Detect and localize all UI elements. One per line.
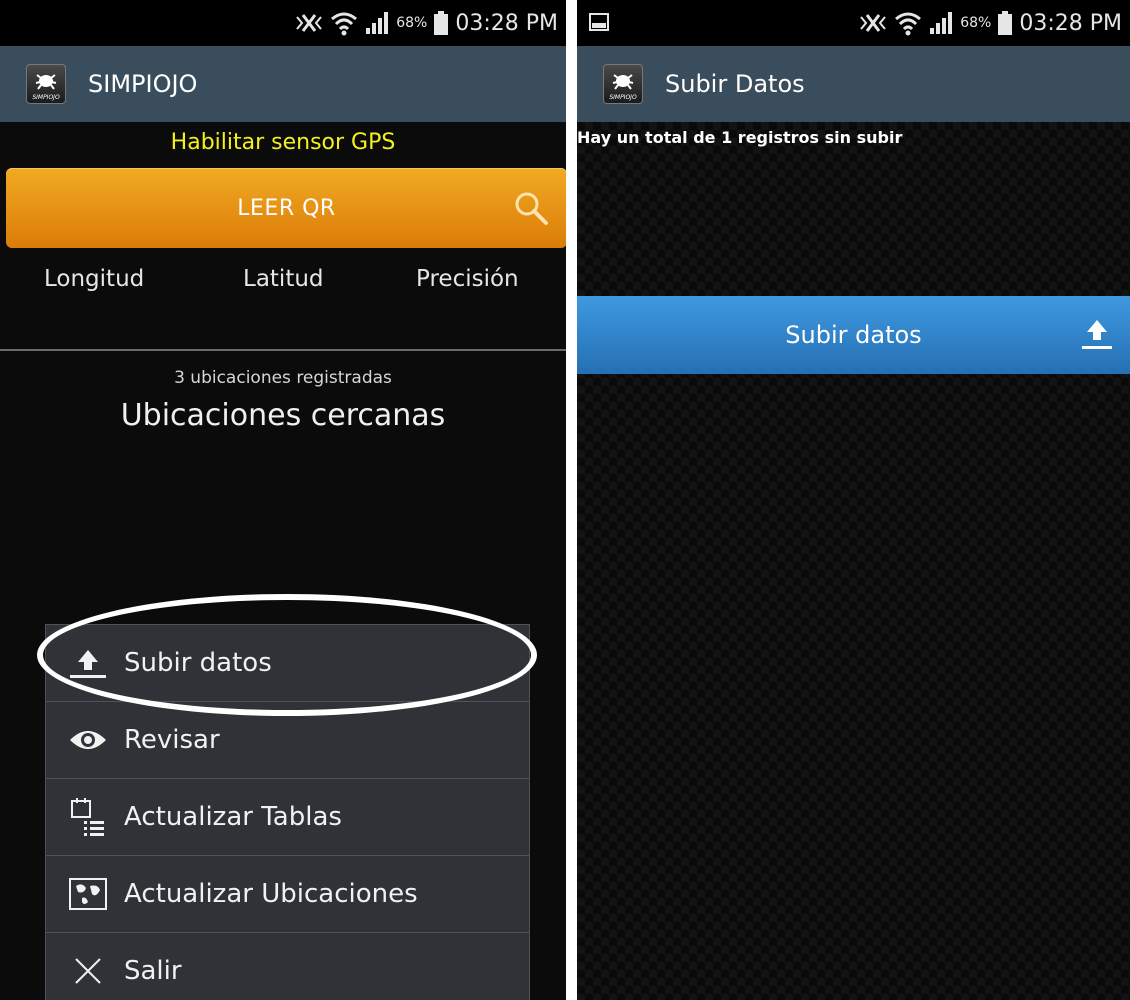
background-texture (577, 122, 1130, 1000)
main-screen: 68% 03:28 PM SIMPIOJO SIMPIOJO Habilitar… (0, 0, 566, 1000)
menu-item-label: Salir (124, 956, 182, 986)
menu-item-label: Revisar (124, 725, 220, 755)
battery-icon (434, 11, 449, 35)
svg-text:SIMPIOJO: SIMPIOJO (609, 94, 637, 101)
map-icon (68, 874, 108, 914)
wifi-icon (331, 12, 358, 36)
screen-title: Subir Datos (665, 70, 805, 98)
read-qr-label: LEER QR (237, 195, 336, 221)
battery-icon (998, 11, 1013, 35)
status-bar: 68% 03:28 PM (577, 0, 1130, 46)
pending-records-text: Hay un total de 1 registros sin subir (577, 128, 902, 147)
upload-data-label: Subir datos (785, 321, 922, 349)
upload-icon (1082, 320, 1112, 349)
close-icon (68, 951, 108, 991)
coordinates-header: Longitud Latitud Precisión (0, 266, 566, 300)
menu-item-label: Actualizar Tablas (124, 802, 342, 832)
records-text-pre: Hay un total de (577, 128, 716, 147)
mute-vibrate-icon (860, 14, 886, 32)
upload-screen: 68% 03:28 PM SIMPIOJO Subir Datos Hay un… (577, 0, 1130, 1000)
battery-percent: 68% (960, 15, 992, 31)
wifi-icon (895, 12, 922, 36)
status-icons: 68% 03:28 PM (294, 0, 558, 46)
status-icons: 68% 03:28 PM (858, 0, 1122, 46)
registered-locations-count: 3 ubicaciones registradas (174, 368, 392, 388)
gallery-notification-icon (589, 13, 609, 31)
table-list-icon (68, 797, 108, 837)
action-bar: SIMPIOJO SIMPIOJO (0, 46, 566, 122)
status-time: 03:28 PM (455, 10, 558, 36)
records-text-post: registros sin subir (737, 128, 903, 147)
action-bar: SIMPIOJO Subir Datos (577, 46, 1130, 122)
records-count: 1 (721, 128, 733, 147)
app-title: SIMPIOJO (88, 70, 198, 98)
mute-vibrate-icon (296, 14, 322, 32)
battery-percent: 68% (396, 15, 428, 31)
signal-icon (366, 12, 389, 34)
status-bar: 68% 03:28 PM (0, 0, 566, 46)
read-qr-button[interactable]: LEER QR (6, 168, 566, 248)
menu-item-update-tables[interactable]: Actualizar Tablas (46, 779, 529, 856)
app-logo-icon[interactable]: SIMPIOJO (603, 64, 643, 104)
eye-icon (68, 720, 108, 760)
signal-icon (930, 12, 953, 34)
search-icon (515, 192, 548, 225)
precision-label: Precisión (416, 266, 519, 292)
highlight-annotation (37, 594, 537, 716)
longitude-label: Longitud (44, 266, 145, 292)
nearby-locations-title: Ubicaciones cercanas (120, 398, 446, 433)
latitude-label: Latitud (243, 266, 324, 292)
menu-item-label: Actualizar Ubicaciones (124, 879, 418, 909)
menu-item-update-locations[interactable]: Actualizar Ubicaciones (46, 856, 529, 933)
upload-data-button[interactable]: Subir datos (577, 296, 1130, 374)
enable-gps-link[interactable]: Habilitar sensor GPS (0, 130, 566, 155)
status-time: 03:28 PM (1019, 10, 1122, 36)
app-logo-icon[interactable]: SIMPIOJO (26, 64, 66, 104)
menu-item-exit[interactable]: Salir (46, 933, 529, 1000)
divider (0, 349, 566, 351)
svg-text:SIMPIOJO: SIMPIOJO (32, 94, 60, 101)
